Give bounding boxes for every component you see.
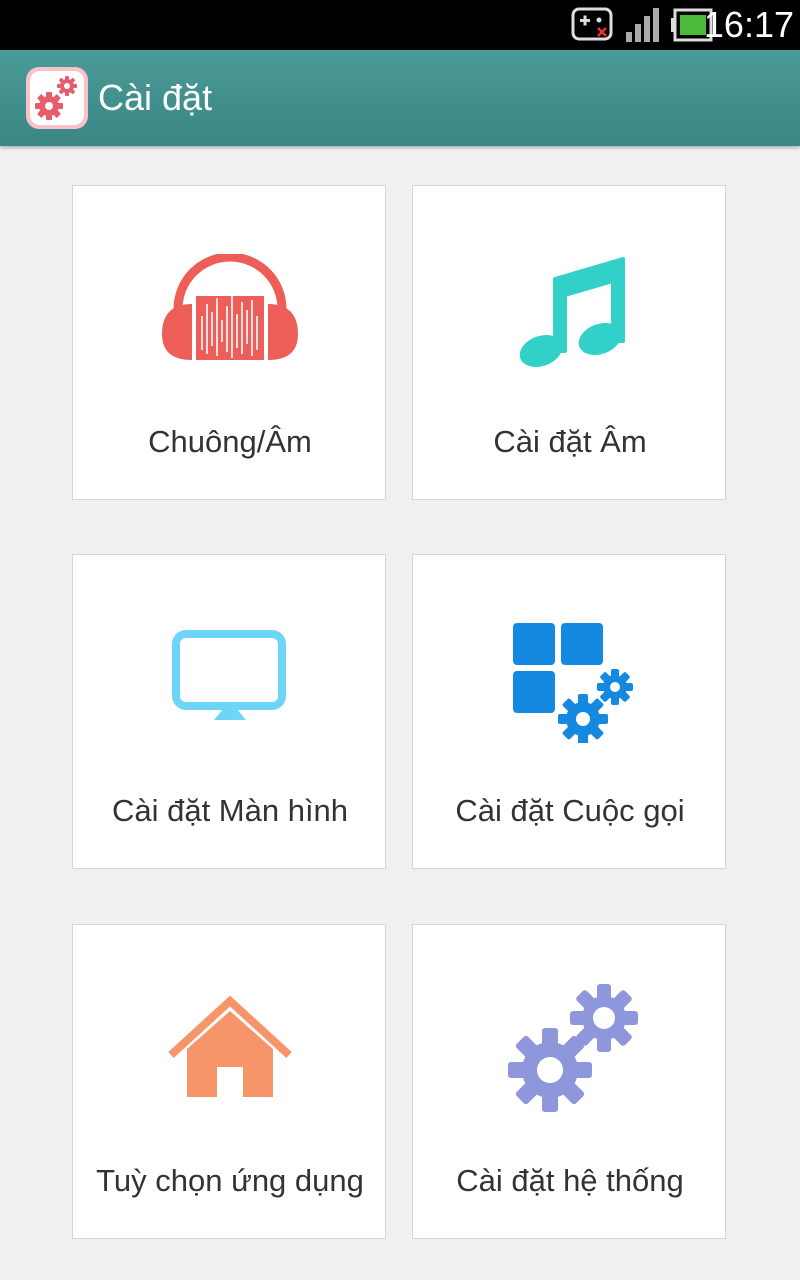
action-bar: Cài đặt: [0, 50, 800, 146]
monitor-icon: [172, 630, 286, 720]
tile-system-settings[interactable]: Cài đặt hệ thống: [412, 924, 726, 1239]
apps-gear-icon: [513, 623, 633, 743]
page-title: Cài đặt: [98, 77, 213, 118]
tile-ringtone-sound[interactable]: Chuông/Âm: [72, 185, 386, 500]
tile-label: Cài đặt Cuộc gọi: [455, 793, 685, 828]
tile-display-settings[interactable]: Cài đặt Màn hình: [72, 554, 386, 869]
tile-label: Cài đặt Màn hình: [111, 793, 349, 828]
tile-label: Chuông/Âm: [148, 424, 312, 459]
tile-label: Cài đặt hệ thống: [456, 1163, 684, 1198]
headphones-icon: [162, 254, 298, 360]
tile-call-settings[interactable]: Cài đặt Cuộc gọi: [412, 554, 726, 869]
music-note-icon: [519, 257, 625, 367]
tile-sound-settings[interactable]: Cài đặt Âm: [412, 185, 726, 500]
game-controller-icon: [571, 7, 613, 41]
gears-icon: [508, 984, 638, 1112]
settings-app-icon[interactable]: [25, 66, 89, 130]
status-time: 16:17: [703, 4, 794, 45]
tile-app-options[interactable]: Tuỳ chọn ứng dụng: [72, 924, 386, 1239]
tile-label: Tuỳ chọn ứng dụng: [96, 1163, 364, 1198]
home-icon: [168, 995, 292, 1097]
status-bar: 16:17: [0, 0, 800, 50]
tile-label: Cài đặt Âm: [493, 424, 647, 459]
signal-icon: [626, 8, 659, 42]
